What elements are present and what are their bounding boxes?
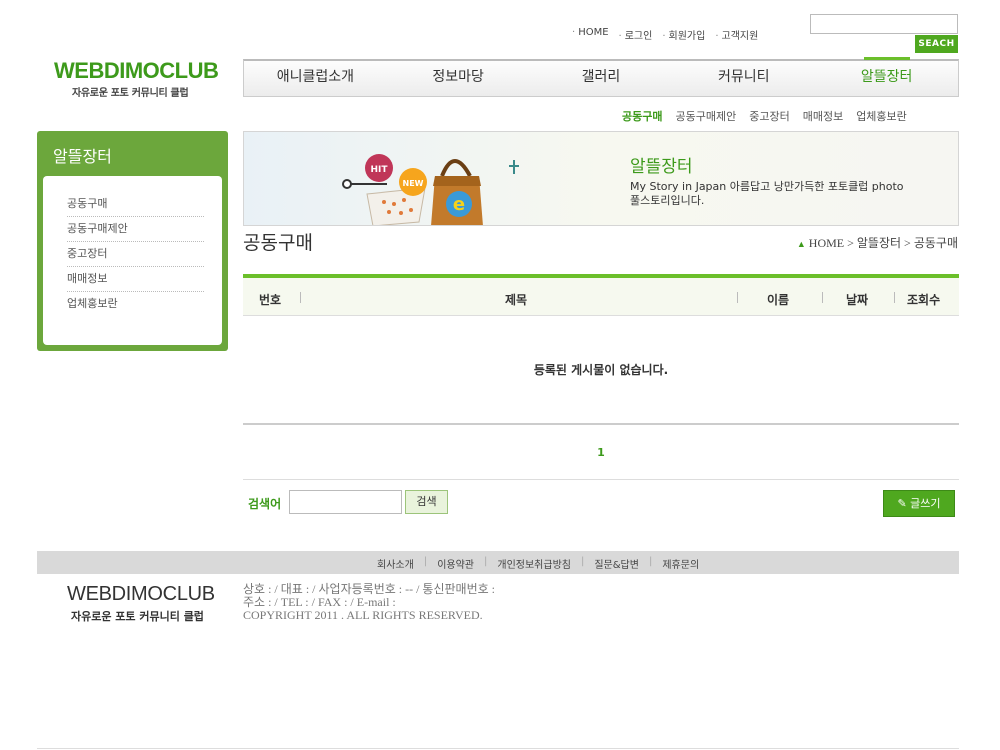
divider <box>894 292 895 303</box>
side-menu-list: 공동구매 공동구매제안 중고장터 매매정보 업체홍보란 <box>43 176 222 345</box>
hit-badge-text: HIT <box>370 165 388 175</box>
new-badge-text: NEW <box>403 179 424 188</box>
divider <box>822 292 823 303</box>
footer-logo-title: WEBDIMOCLUB <box>67 583 215 605</box>
sub-nav: 공동구매 공동구매제안 중고장터 매매정보 업체홍보란 <box>622 108 907 124</box>
col-views: 조회수 <box>907 293 941 307</box>
col-subject: 제목 <box>505 293 528 307</box>
nav-item-community[interactable]: 커뮤니티 <box>672 61 815 96</box>
divider <box>737 292 738 303</box>
col-date: 날짜 <box>846 293 869 307</box>
footer-company-info: 상호 : / 대표 : / 사업자등록번호 : -- / 통신판매번호 : 주소… <box>243 583 495 622</box>
side-menu-title: 알뜰장터 <box>53 147 112 166</box>
search-label: 검색어 <box>248 497 282 511</box>
board-bottom-line <box>243 423 959 425</box>
top-link-join[interactable]: · 회원가입 <box>662 27 705 42</box>
logo-title: WEBDIMOCLUB <box>54 58 219 83</box>
nav-item-gallery[interactable]: 갤러리 <box>530 61 673 96</box>
sub-nav-group-buy-proposal[interactable]: 공동구매제안 <box>675 108 736 124</box>
sub-nav-group-buy[interactable]: 공동구매 <box>622 108 662 124</box>
home-icon: ▲ <box>796 239 806 249</box>
board-search-button[interactable]: 검색 <box>405 490 448 514</box>
footer-link-partnership[interactable]: 제휴문의 <box>662 556 699 571</box>
top-link-login[interactable]: · 로그인 <box>619 27 653 42</box>
nav-item-info[interactable]: 정보마당 <box>387 61 530 96</box>
divider <box>300 292 301 303</box>
banner-title: 알뜰장터 <box>630 157 693 177</box>
section-banner: HIT NEW e 알뜰장터 My Story in Japan 아름답고 낭만… <box>243 131 959 226</box>
top-link-label: 로그인 <box>624 31 653 42</box>
write-post-label: 글쓰기 <box>910 497 941 510</box>
svg-text:e: e <box>453 194 465 215</box>
footer-link-qna[interactable]: 질문&답변 <box>594 556 639 571</box>
banner-desc-line-1: My Story in Japan 아름답고 낭만가득한 포토클럽 photo <box>630 180 904 193</box>
top-link-home[interactable]: · HOME <box>572 27 609 42</box>
side-menu-item-group-buy[interactable]: 공동구매 <box>67 192 204 217</box>
top-links: · HOME · 로그인 · 회원가입 · 고객지원 <box>572 27 758 42</box>
top-link-label: HOME <box>578 27 609 38</box>
footer-logo-subtitle: 자유로운 포토 커뮤니티 클럽 <box>71 610 204 623</box>
main-nav: 애니클럽소개 정보마당 갤러리 커뮤니티 알뜰장터 <box>243 59 959 97</box>
side-menu-item-group-buy-proposal[interactable]: 공동구매제안 <box>67 217 204 242</box>
top-link-label: 회원가입 <box>668 31 706 42</box>
banner-desc-line-2: 풀스토리입니다. <box>630 194 705 207</box>
footer-logo: WEBDIMOCLUB 자유로운 포토 커뮤니티 클럽 <box>67 583 227 624</box>
pagination: 1 <box>243 446 959 459</box>
footer-copyright: COPYRIGHT 2011 . ALL RIGHTS RESERVED. <box>243 608 483 622</box>
page-link-1[interactable]: 1 <box>597 446 605 459</box>
sub-nav-business-promo[interactable]: 업체홍보란 <box>856 108 907 124</box>
footer-nav: 회사소개 | 이용약관 | 개인정보취급방침 | 질문&답변 | 제휴문의 <box>37 551 959 574</box>
pencil-icon: ✎ <box>897 497 907 510</box>
footer-link-privacy[interactable]: 개인정보취급방침 <box>497 556 571 571</box>
board-header: 번호 제목 이름 날짜 조회수 <box>243 274 959 316</box>
divider <box>243 479 959 480</box>
side-menu: 알뜰장터 공동구매 공동구매제안 중고장터 매매정보 업체홍보란 <box>37 131 228 351</box>
sub-nav-trade-info[interactable]: 매매정보 <box>803 108 843 124</box>
board-search-input[interactable] <box>289 490 402 514</box>
divider: | <box>648 556 653 567</box>
top-link-label: 고객지원 <box>721 31 759 42</box>
site-search-button[interactable]: SEACH <box>915 35 958 53</box>
empty-board-message: 등록된 게시물이 없습니다. <box>533 363 669 377</box>
col-name: 이름 <box>767 293 790 307</box>
breadcrumb: ▲ HOME > 알뜰장터 > 공동구매 <box>797 234 958 251</box>
page-title: 공동구매 <box>243 232 313 254</box>
nav-item-club-intro[interactable]: 애니클럽소개 <box>244 61 387 96</box>
divider: | <box>484 556 488 567</box>
top-link-support[interactable]: · 고객지원 <box>715 27 758 42</box>
banner-description: My Story in Japan 아름답고 낭만가득한 포토클럽 photo … <box>630 180 940 208</box>
footer-link-company[interactable]: 회사소개 <box>377 556 414 571</box>
divider <box>37 748 959 749</box>
side-menu-item-trade-info[interactable]: 매매정보 <box>67 267 204 292</box>
col-number: 번호 <box>259 293 282 307</box>
sub-nav-used-market[interactable]: 중고장터 <box>749 108 789 124</box>
site-search-input[interactable] <box>810 14 958 34</box>
side-menu-item-business-promo[interactable]: 업체홍보란 <box>67 292 204 317</box>
divider: | <box>423 556 428 567</box>
logo-subtitle: 자유로운 포토 커뮤니티 클럽 <box>72 88 189 99</box>
breadcrumb-text[interactable]: HOME > 알뜰장터 > 공동구매 <box>809 236 958 250</box>
footer-link-terms[interactable]: 이용약관 <box>437 556 474 571</box>
site-logo[interactable]: WEBDIMOCLUB 자유로운 포토 커뮤니티 클럽 <box>54 58 224 100</box>
side-menu-item-used-market[interactable]: 중고장터 <box>67 242 204 267</box>
shopping-bag-illustration: HIT NEW e <box>342 154 519 225</box>
write-post-button[interactable]: ✎ 글쓰기 <box>883 490 955 517</box>
nav-item-market[interactable]: 알뜰장터 <box>815 61 958 96</box>
divider: | <box>580 556 585 567</box>
